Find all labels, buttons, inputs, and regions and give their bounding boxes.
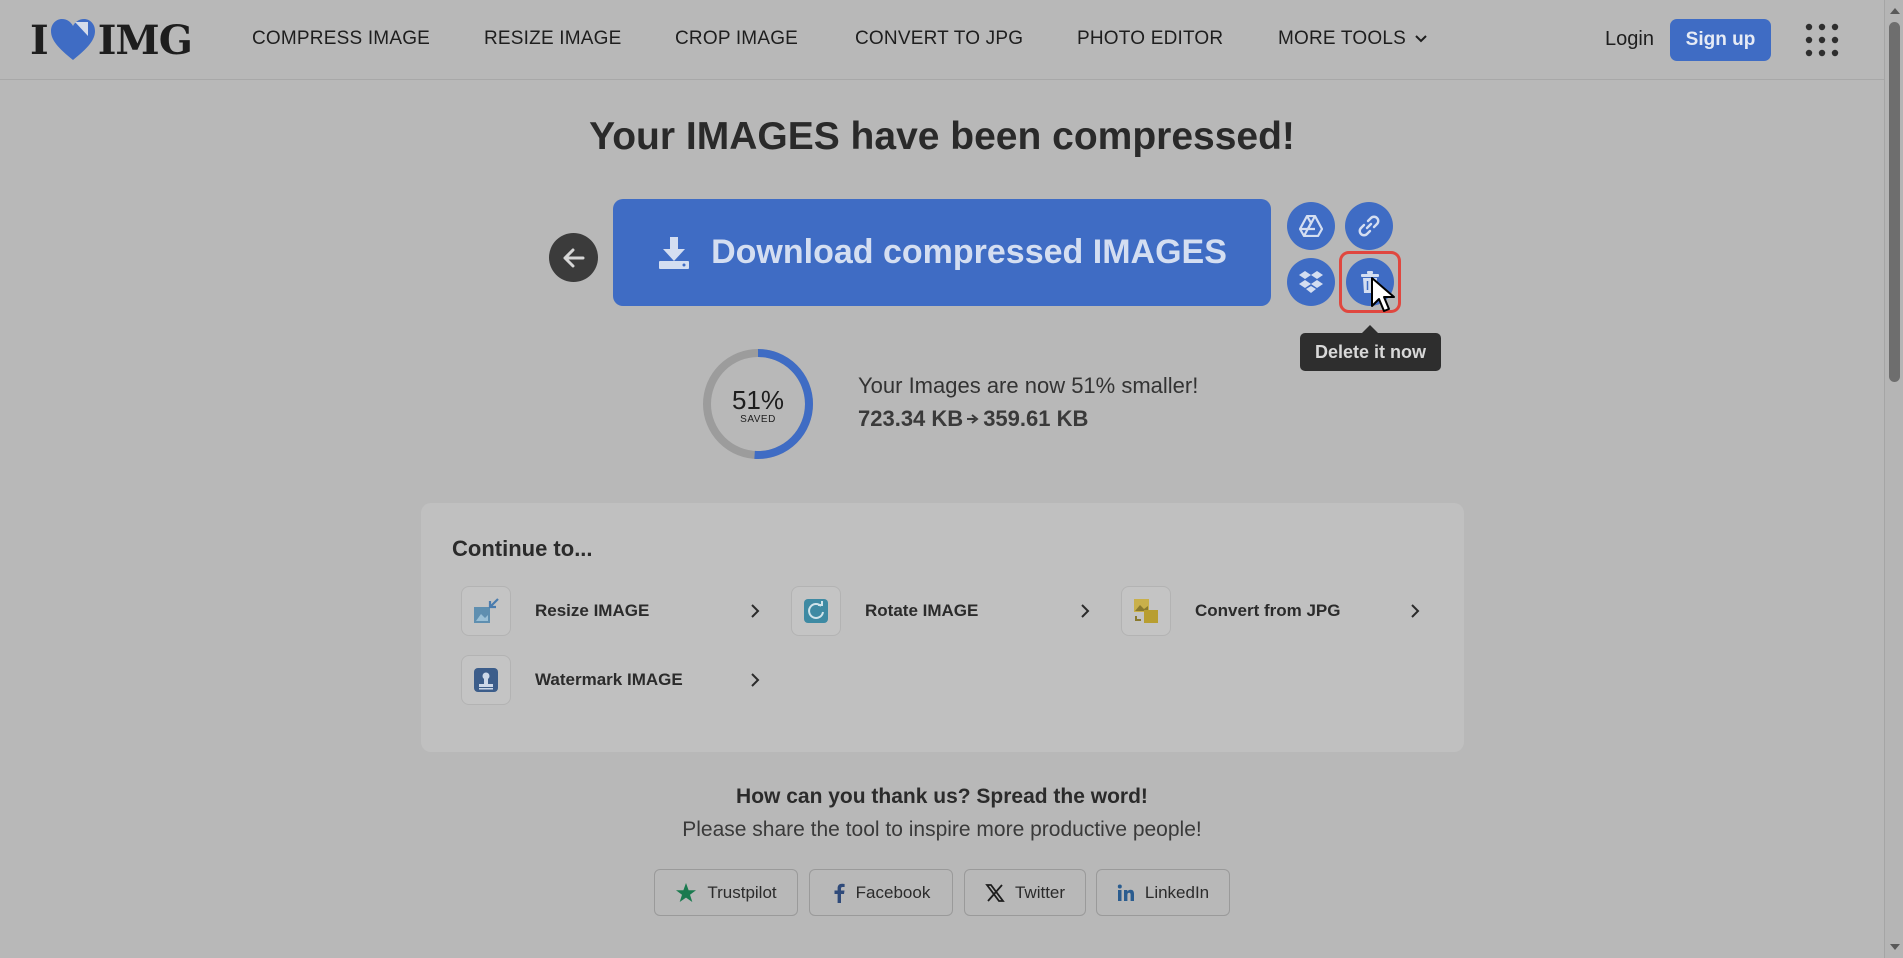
- tool-label: Resize IMAGE: [535, 601, 650, 620]
- rotate-icon: [791, 586, 841, 636]
- tool-label: Rotate IMAGE: [865, 601, 979, 620]
- page-title: Your IMAGES have been compressed!: [589, 115, 1295, 158]
- vertical-scrollbar[interactable]: [1884, 0, 1903, 958]
- linkedin-icon: [1117, 884, 1134, 901]
- size-after: 359.61 KB: [983, 406, 1089, 431]
- share-label: LinkedIn: [1144, 882, 1210, 902]
- heart-logo-icon: [50, 19, 95, 60]
- login-link[interactable]: Login: [1605, 28, 1654, 51]
- download-icon: [659, 236, 690, 269]
- dropbox-icon: [1299, 271, 1323, 293]
- arrow-left-icon: [563, 248, 584, 267]
- savings-label: SAVED: [740, 414, 776, 425]
- signup-button[interactable]: Sign up: [1670, 19, 1771, 61]
- chevron-right-icon: [1081, 604, 1090, 618]
- save-to-google-drive-button[interactable]: [1287, 202, 1335, 250]
- continue-convert-from-jpg[interactable]: Convert from JPG: [1121, 584, 1421, 638]
- nav-crop-image[interactable]: CROP IMAGE: [675, 28, 798, 50]
- arrow-right-icon: [967, 414, 979, 424]
- apps-grid-icon[interactable]: [1804, 22, 1840, 58]
- google-drive-icon: [1299, 215, 1323, 237]
- size-comparison: 723.34 KB 359.61 KB: [858, 406, 1088, 432]
- more-tools-label: MORE TOOLS: [1278, 28, 1406, 49]
- continue-rotate-image[interactable]: Rotate IMAGE: [791, 584, 1091, 638]
- save-to-dropbox-button[interactable]: [1287, 258, 1335, 306]
- size-before: 723.34 KB: [858, 406, 964, 431]
- share-title: How can you thank us? Spread the word!: [736, 785, 1148, 808]
- delete-tooltip: Delete it now: [1300, 325, 1441, 371]
- share-label: Trustpilot: [707, 882, 777, 902]
- nav-compress-image[interactable]: COMPRESS IMAGE: [252, 28, 430, 50]
- convert-from-jpg-icon: [1121, 586, 1171, 636]
- link-icon: [1358, 215, 1380, 237]
- x-twitter-icon: [985, 883, 1005, 902]
- tool-label: Convert from JPG: [1195, 601, 1341, 620]
- chevron-down-icon: [1415, 35, 1427, 43]
- share-twitter-button[interactable]: Twitter: [964, 869, 1086, 916]
- resize-icon: [461, 586, 511, 636]
- share-label: Twitter: [1014, 882, 1066, 902]
- ilovimg-logo[interactable]: I IMG: [30, 16, 193, 64]
- scroll-down-arrow-icon[interactable]: [1890, 944, 1900, 950]
- mouse-cursor-icon: [1371, 277, 1395, 312]
- compression-summary: Your Images are now 51% smaller!: [858, 373, 1199, 398]
- nav-photo-editor[interactable]: PHOTO EDITOR: [1077, 28, 1223, 50]
- logo-letter-i: I: [30, 16, 49, 64]
- scrollbar-thumb[interactable]: [1889, 22, 1900, 382]
- scroll-up-arrow-icon[interactable]: [1890, 8, 1900, 14]
- share-trustpilot-button[interactable]: Trustpilot: [654, 869, 798, 916]
- chevron-right-icon: [751, 604, 760, 618]
- continue-watermark-image[interactable]: Watermark IMAGE: [461, 653, 761, 707]
- trustpilot-star-icon: [676, 882, 697, 902]
- share-linkedin-button[interactable]: LinkedIn: [1096, 869, 1230, 916]
- continue-to-title: Continue to...: [452, 536, 593, 561]
- savings-percent: 51%: [731, 385, 785, 415]
- watermark-icon: [461, 655, 511, 705]
- continue-resize-image[interactable]: Resize IMAGE: [461, 584, 761, 638]
- tool-label: Watermark IMAGE: [535, 670, 683, 689]
- download-compressed-images-button[interactable]: Download compressed IMAGES: [613, 199, 1271, 306]
- back-button[interactable]: [549, 233, 598, 282]
- share-label: Facebook: [855, 882, 931, 902]
- facebook-icon: [834, 883, 845, 903]
- chevron-right-icon: [1411, 604, 1420, 618]
- nav-resize-image[interactable]: RESIZE IMAGE: [484, 28, 622, 50]
- top-navbar: I IMG COMPRESS IMAGE RESIZE IMAGE CROP I…: [0, 0, 1884, 80]
- chevron-right-icon: [751, 673, 760, 687]
- share-subtitle: Please share the tool to inspire more pr…: [682, 818, 1202, 841]
- download-label: Download compressed IMAGES: [711, 233, 1227, 271]
- copy-share-link-button[interactable]: [1345, 202, 1393, 250]
- logo-text-img: IMG: [97, 16, 193, 64]
- share-facebook-button[interactable]: Facebook: [809, 869, 953, 916]
- nav-more-tools[interactable]: MORE TOOLS: [1278, 28, 1428, 50]
- nav-convert-to-jpg[interactable]: CONVERT TO JPG: [855, 28, 1023, 50]
